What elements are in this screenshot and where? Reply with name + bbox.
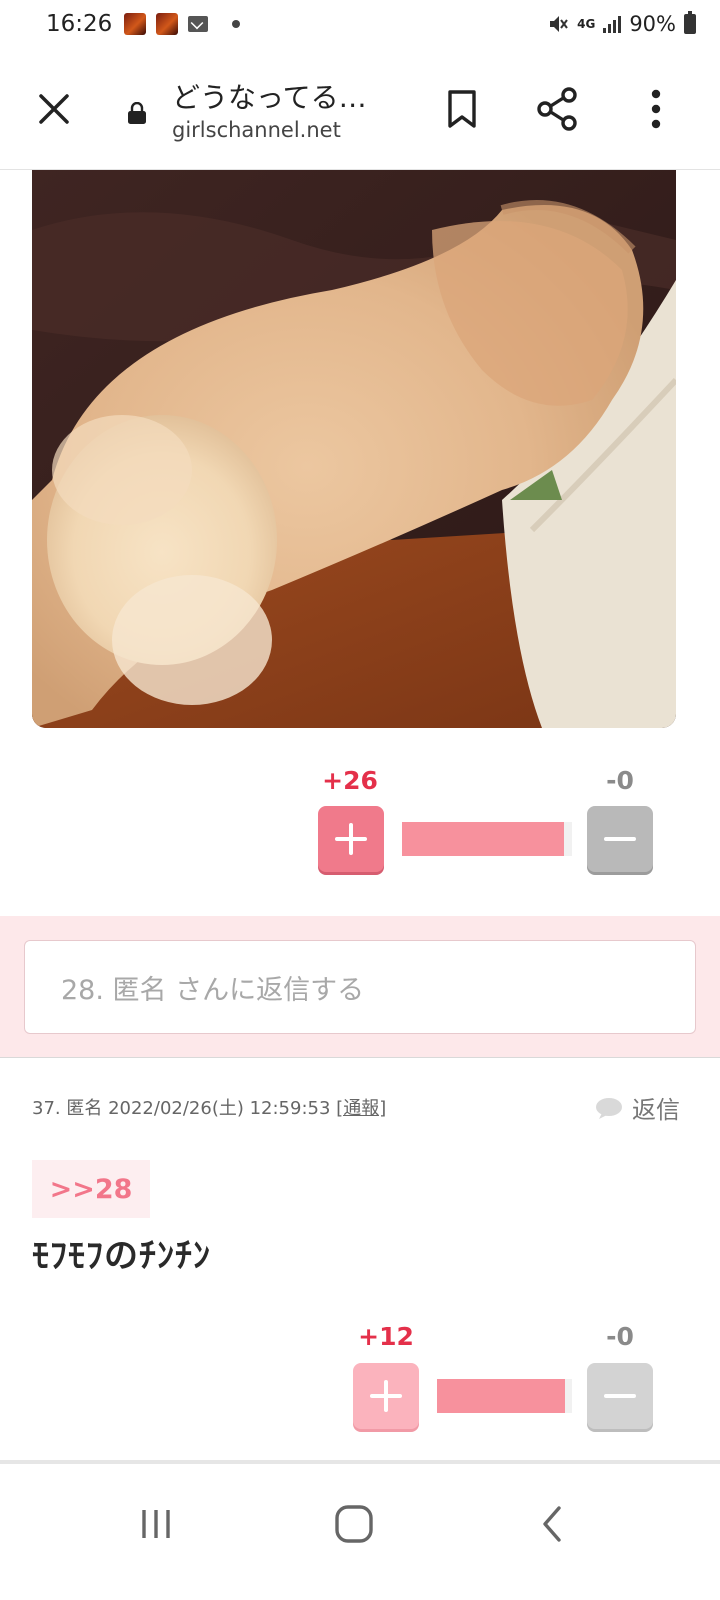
close-icon bbox=[39, 94, 69, 124]
vote-ratio-fill bbox=[402, 822, 564, 856]
anchor-link[interactable]: >>28 bbox=[32, 1160, 150, 1218]
comment-body: ﾓﾌﾓﾌのﾁﾝﾁﾝ bbox=[32, 1236, 211, 1276]
more-menu-button[interactable] bbox=[628, 81, 684, 137]
reply-button[interactable]: 返信 bbox=[594, 1090, 680, 1125]
more-notifications-dot-icon bbox=[232, 20, 241, 28]
signal-icon bbox=[603, 15, 622, 33]
back-button[interactable] bbox=[512, 1494, 592, 1554]
home-icon bbox=[335, 1505, 373, 1543]
status-time: 16:26 bbox=[46, 11, 113, 37]
vote-ratio-bar bbox=[402, 822, 572, 856]
plus-vote-count: +26 bbox=[322, 766, 378, 795]
browser-toolbar: どうなってる… girlschannel.net bbox=[0, 48, 720, 170]
page-url[interactable]: girlschannel.net bbox=[172, 118, 341, 142]
game-notification-icon bbox=[156, 13, 179, 35]
reply-area: 28. 匿名 さんに返信する bbox=[0, 916, 720, 1058]
comment-meta: 37. 匿名 2022/02/26(土) 12:59:53 [通報] bbox=[32, 1094, 386, 1120]
page-title[interactable]: どうなってる… bbox=[172, 76, 367, 116]
bookmark-icon bbox=[448, 90, 476, 128]
plus-vote-count: +12 bbox=[358, 1322, 414, 1351]
plus-vote-button[interactable] bbox=[353, 1363, 419, 1429]
puppy-photo bbox=[32, 170, 676, 728]
reply-label: 返信 bbox=[632, 1096, 680, 1124]
minus-vote-button[interactable] bbox=[587, 806, 653, 872]
battery-icon bbox=[684, 11, 696, 34]
battery-percent: 90% bbox=[629, 12, 676, 36]
share-icon bbox=[537, 87, 577, 131]
minus-icon bbox=[604, 1394, 636, 1398]
recents-button[interactable] bbox=[116, 1494, 196, 1554]
speech-bubble-icon bbox=[596, 1097, 622, 1119]
share-button[interactable] bbox=[530, 81, 586, 137]
minus-vote-button[interactable] bbox=[587, 1363, 653, 1429]
status-left: 16:26 bbox=[46, 11, 241, 37]
report-link[interactable]: [通報] bbox=[336, 1098, 386, 1119]
reply-input[interactable]: 28. 匿名 さんに返信する bbox=[24, 940, 696, 1034]
close-button[interactable] bbox=[26, 81, 82, 137]
post-image[interactable] bbox=[32, 170, 676, 728]
mute-icon bbox=[550, 16, 568, 32]
minus-icon bbox=[604, 837, 636, 841]
vote-ratio-fill bbox=[437, 1379, 566, 1413]
mail-notification-icon bbox=[188, 16, 209, 32]
plus-vote-button[interactable] bbox=[318, 806, 384, 872]
more-vert-icon bbox=[651, 89, 661, 129]
status-bar: 16:26 4G 90% bbox=[0, 0, 720, 48]
home-button[interactable] bbox=[314, 1494, 394, 1554]
vote-ratio-bar bbox=[437, 1379, 572, 1413]
back-icon bbox=[543, 1506, 561, 1542]
plus-icon bbox=[335, 823, 367, 855]
minus-vote-count: -0 bbox=[606, 766, 634, 795]
bookmark-button[interactable] bbox=[434, 81, 490, 137]
plus-icon bbox=[370, 1380, 402, 1412]
minus-vote-count: -0 bbox=[606, 1322, 634, 1351]
status-right: 4G 90% bbox=[547, 11, 696, 36]
lock-icon bbox=[128, 102, 146, 124]
game-notification-icon bbox=[124, 13, 147, 35]
system-nav-bar bbox=[0, 1464, 720, 1600]
recents-icon bbox=[142, 1510, 170, 1538]
comment-number-date: 37. 匿名 2022/02/26(土) 12:59:53 bbox=[32, 1098, 331, 1119]
network-type: 4G bbox=[577, 17, 596, 31]
